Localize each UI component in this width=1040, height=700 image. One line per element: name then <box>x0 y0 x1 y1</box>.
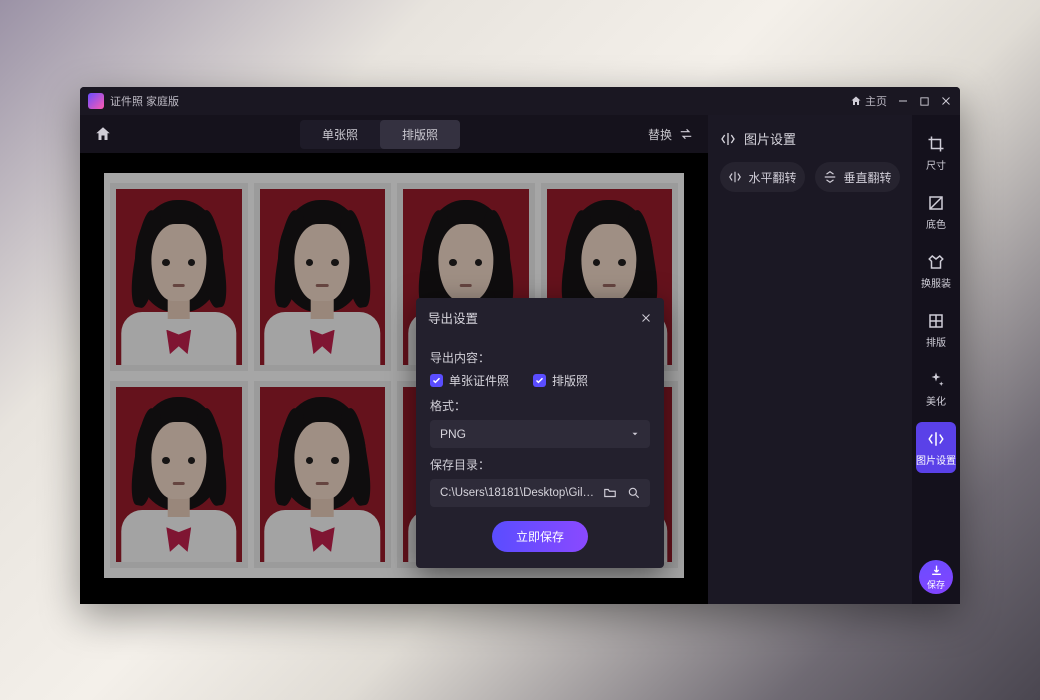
flip-horizontal-icon <box>728 170 742 184</box>
tool-image-settings[interactable]: 图片设置 <box>916 422 956 473</box>
app-logo-icon <box>88 93 104 109</box>
checkbox-single-photo[interactable]: 单张证件照 <box>430 372 509 389</box>
shirt-icon <box>927 253 945 271</box>
crop-icon <box>927 135 945 153</box>
flip-horizontal-button[interactable]: 水平翻转 <box>720 162 805 192</box>
maximize-icon[interactable] <box>919 96 930 107</box>
folder-icon <box>603 486 617 500</box>
replace-button[interactable]: 替换 <box>648 126 694 143</box>
save-now-button[interactable]: 立即保存 <box>492 521 588 552</box>
search-icon <box>627 486 641 500</box>
chevron-down-icon <box>630 429 640 439</box>
tab-single-photo[interactable]: 单张照 <box>300 120 380 149</box>
tool-size[interactable]: 尺寸 <box>916 127 956 178</box>
check-icon <box>535 376 544 385</box>
dialog-close-button[interactable] <box>640 312 652 324</box>
tool-layout[interactable]: 排版 <box>916 304 956 355</box>
format-select[interactable]: PNG <box>430 420 650 448</box>
app-window: 证件照 家庭版 主页 单张照 排版照 替 <box>80 87 960 604</box>
view-mode-tabs: 单张照 排版照 <box>300 120 460 149</box>
close-icon[interactable] <box>940 95 952 107</box>
grid-icon <box>927 312 945 330</box>
flip-vertical-icon <box>823 170 837 184</box>
home-link[interactable]: 主页 <box>850 93 887 109</box>
image-settings-panel: 图片设置 水平翻转 垂直翻转 <box>708 115 912 604</box>
tool-background[interactable]: 底色 <box>916 186 956 237</box>
format-value: PNG <box>440 427 466 441</box>
tool-rail: 尺寸 底色 换服装 排版 美化 图片设置 <box>912 115 960 604</box>
tool-beauty[interactable]: 美化 <box>916 363 956 414</box>
canvas-area: 导出设置 导出内容： 单张证件照 <box>80 153 708 604</box>
main-column: 单张照 排版照 替换 <box>80 115 708 604</box>
close-icon <box>640 312 652 324</box>
sparkle-icon <box>927 371 945 389</box>
background-icon <box>927 194 945 212</box>
flip-vertical-button[interactable]: 垂直翻转 <box>815 162 900 192</box>
check-icon <box>432 376 441 385</box>
flip-icon <box>927 430 945 448</box>
tab-layout-photo[interactable]: 排版照 <box>380 120 460 149</box>
minimize-icon[interactable] <box>897 95 909 107</box>
flip-icon <box>720 131 736 147</box>
save-dir-field <box>430 479 650 507</box>
browse-folder-button[interactable] <box>600 483 620 503</box>
download-icon <box>930 564 943 577</box>
titlebar: 证件照 家庭版 主页 <box>80 87 960 115</box>
export-dialog: 导出设置 导出内容： 单张证件照 <box>416 298 664 568</box>
save-dir-input[interactable] <box>440 487 596 499</box>
swap-icon <box>678 127 694 141</box>
main-toolbar: 单张照 排版照 替换 <box>80 115 708 153</box>
tool-clothes[interactable]: 换服装 <box>916 245 956 296</box>
panel-title: 图片设置 <box>744 129 796 148</box>
checkbox-layout-photo[interactable]: 排版照 <box>533 372 588 389</box>
nav-home-button[interactable] <box>94 125 112 143</box>
app-title: 证件照 家庭版 <box>110 93 179 109</box>
reveal-in-explorer-button[interactable] <box>624 483 644 503</box>
format-label: 格式： <box>430 397 650 414</box>
export-content-label: 导出内容： <box>430 349 650 366</box>
replace-label: 替换 <box>648 126 672 143</box>
home-icon <box>94 125 112 143</box>
save-dir-label: 保存目录： <box>430 456 650 473</box>
home-icon <box>850 95 862 107</box>
save-fab[interactable]: 保存 <box>919 560 953 594</box>
dialog-title: 导出设置 <box>428 308 478 327</box>
